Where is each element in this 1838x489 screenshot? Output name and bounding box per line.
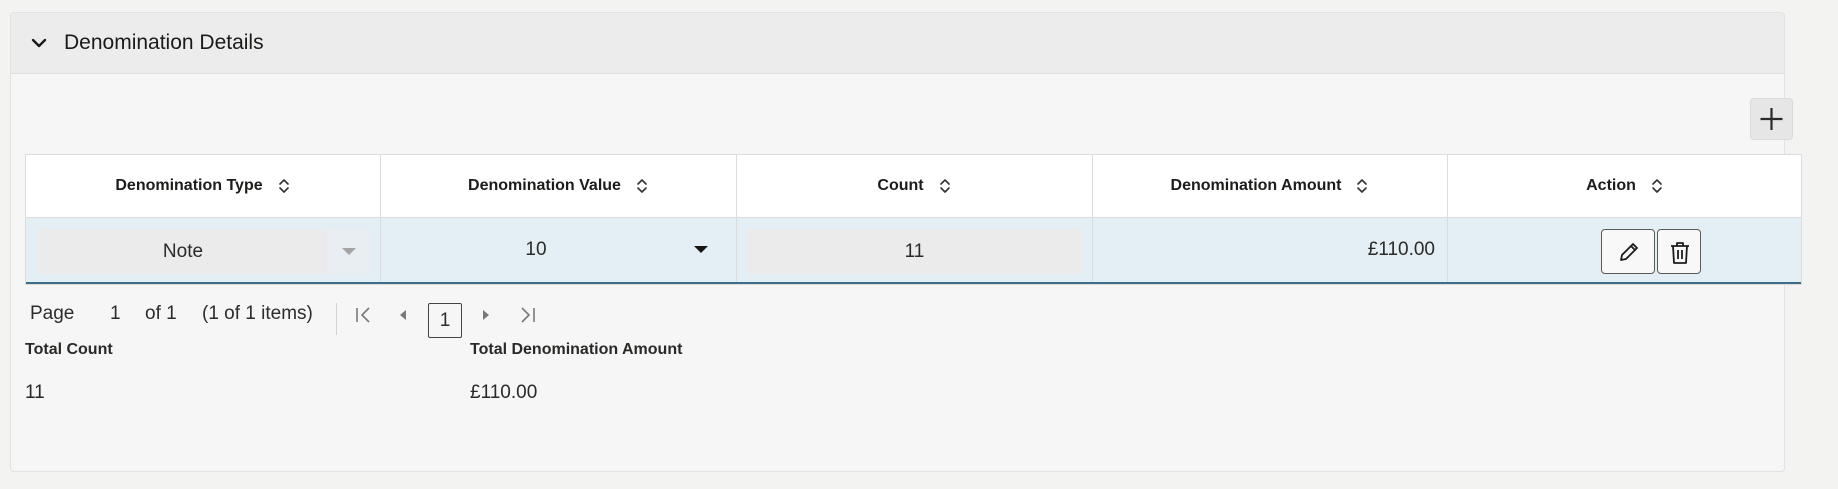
page-number-button[interactable]: 1 xyxy=(428,303,462,338)
panel-title: Denomination Details xyxy=(64,31,264,54)
sort-icon[interactable] xyxy=(635,178,649,194)
page-label: Page xyxy=(30,303,75,324)
trash-icon xyxy=(1671,242,1689,264)
last-page-icon[interactable] xyxy=(517,305,537,325)
column-header-denomination-type[interactable]: Denomination Type xyxy=(26,155,381,217)
plus-icon xyxy=(1760,108,1783,130)
table-row[interactable]: Note 10 £110.00 xyxy=(26,218,1801,284)
pencil-icon xyxy=(1620,243,1638,261)
current-page-input[interactable]: 1 xyxy=(110,303,121,325)
cell-action xyxy=(1448,218,1802,282)
sort-icon[interactable] xyxy=(277,178,291,194)
denomination-table: Denomination Type Denomination Value Cou… xyxy=(25,154,1802,285)
previous-page-icon[interactable] xyxy=(395,305,411,325)
sort-icon[interactable] xyxy=(938,178,952,194)
denomination-amount-value: £110.00 xyxy=(1367,239,1435,260)
cell-denomination-amount: £110.00 xyxy=(1093,218,1448,282)
column-header-action[interactable]: Action xyxy=(1448,155,1802,217)
column-header-denomination-value[interactable]: Denomination Value xyxy=(381,155,737,217)
dropdown-toggle[interactable] xyxy=(327,229,371,274)
column-header-label: Denomination Amount xyxy=(1170,177,1342,194)
items-summary: (1 of 1 items) xyxy=(202,303,313,324)
total-denomination-amount-label: Total Denomination Amount xyxy=(470,341,683,358)
denomination-type-select[interactable]: Note xyxy=(38,229,371,274)
panel-header[interactable]: Denomination Details xyxy=(11,13,1784,74)
cell-denomination-type: Note xyxy=(26,218,381,282)
column-header-label: Denomination Type xyxy=(115,177,263,194)
delete-button[interactable] xyxy=(1657,229,1701,274)
denomination-value-select[interactable]: 10 xyxy=(381,218,736,282)
page-of-label: of 1 xyxy=(145,303,177,324)
column-header-label: Action xyxy=(1586,177,1636,194)
caret-down-icon xyxy=(342,248,356,255)
count-input[interactable] xyxy=(747,229,1082,274)
add-row-button[interactable] xyxy=(1750,98,1793,140)
denomination-value-value: 10 xyxy=(525,239,547,260)
cell-denomination-value: 10 xyxy=(381,218,737,282)
sort-icon[interactable] xyxy=(1650,178,1664,194)
next-page-icon[interactable] xyxy=(478,305,494,325)
column-header-count[interactable]: Count xyxy=(737,155,1093,217)
total-denomination-amount-value: £110.00 xyxy=(470,382,538,403)
total-count-value: 11 xyxy=(25,382,45,403)
column-header-label: Denomination Value xyxy=(468,177,621,194)
caret-down-icon xyxy=(694,246,708,253)
table-header-row: Denomination Type Denomination Value Cou… xyxy=(26,155,1801,218)
divider xyxy=(336,303,337,335)
edit-button[interactable] xyxy=(1601,229,1655,274)
cell-count xyxy=(737,218,1093,282)
column-header-denomination-amount[interactable]: Denomination Amount xyxy=(1093,155,1448,217)
column-header-label: Count xyxy=(877,177,924,194)
chevron-down-icon[interactable] xyxy=(27,31,51,55)
denomination-type-value: Note xyxy=(162,241,204,262)
first-page-icon[interactable] xyxy=(354,305,374,325)
sort-icon[interactable] xyxy=(1355,178,1369,194)
total-count-label: Total Count xyxy=(25,341,113,358)
